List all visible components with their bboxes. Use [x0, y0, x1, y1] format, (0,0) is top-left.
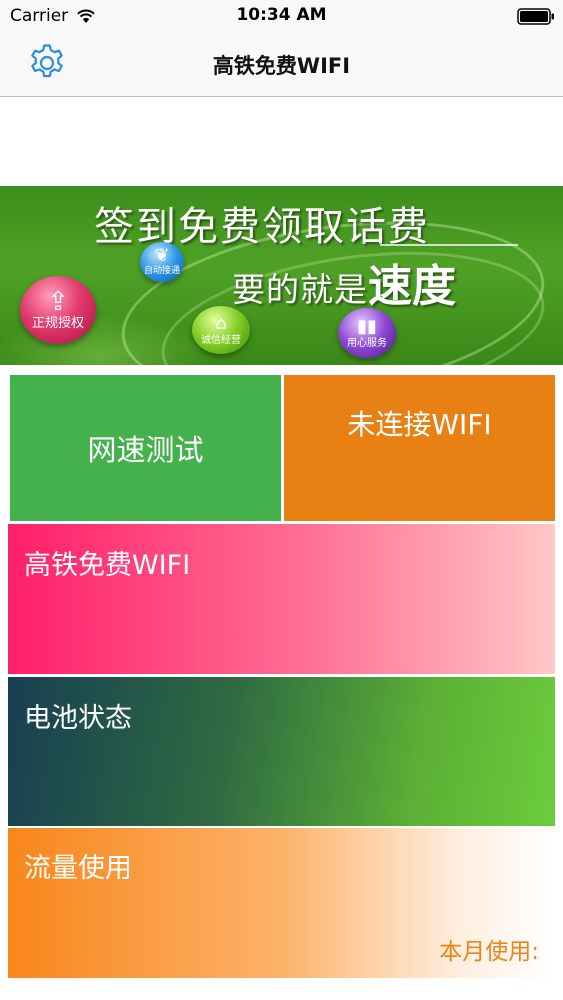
free-wifi-label: 高铁免费WIFI	[24, 550, 191, 581]
bar-chart-icon: ▮▮	[357, 315, 377, 337]
badge-authorized: ⇪ 正规授权	[20, 276, 96, 344]
badge-label: 正规授权	[31, 315, 84, 331]
badge-label: 诚信经营	[201, 334, 241, 346]
badge-integrity: ⌂ 诚信经营	[192, 306, 250, 354]
battery-status-label: 电池状态	[24, 703, 132, 734]
badge-service: ▮▮ 用心服务	[338, 308, 396, 358]
speed-test-tile[interactable]: 网速测试	[10, 375, 281, 521]
banner-slogan: 要的就是速度	[232, 250, 456, 314]
data-usage-tile[interactable]: 流量使用 本月使用:	[8, 828, 555, 978]
banner-slogan-emphasis: 速度	[368, 261, 456, 312]
wifi-status-tile[interactable]: 未连接WIFI	[284, 375, 555, 521]
battery-full-icon	[517, 8, 554, 25]
leaf-icon: ❦	[154, 245, 170, 267]
app-screen: Carrier 10:34 AM 高铁免费WIFI 签到免费领取话费 要的就是速…	[0, 0, 563, 1000]
status-bar: Carrier 10:34 AM	[0, 0, 563, 32]
navigation-bar: 高铁免费WIFI	[0, 32, 563, 97]
promo-banner[interactable]: 签到免费领取话费 要的就是速度 ⇪ 正规授权 ❦ 自动接通 ⌂ 诚信经营 ▮▮ …	[0, 186, 563, 365]
month-usage-label: 本月使用:	[439, 939, 539, 965]
speed-test-label: 网速测试	[87, 433, 204, 467]
clock: 10:34 AM	[236, 5, 327, 25]
badge-label: 自动接通	[143, 266, 180, 277]
shop-icon: ⌂	[215, 312, 227, 334]
data-usage-label: 流量使用	[24, 853, 132, 884]
wifi-status-label: 未连接WIFI	[347, 408, 492, 441]
battery-status-tile[interactable]: 电池状态	[8, 677, 555, 826]
badge-auto-connect: ❦ 自动接通	[140, 242, 184, 282]
free-wifi-tile[interactable]: 高铁免费WIFI	[8, 524, 555, 674]
page-title: 高铁免费WIFI	[212, 54, 351, 78]
banner-slogan-prefix: 要的就是	[232, 270, 368, 309]
shield-upload-icon: ⇪	[47, 286, 69, 317]
badge-label: 用心服务	[347, 337, 387, 349]
banner-divider	[380, 244, 518, 246]
